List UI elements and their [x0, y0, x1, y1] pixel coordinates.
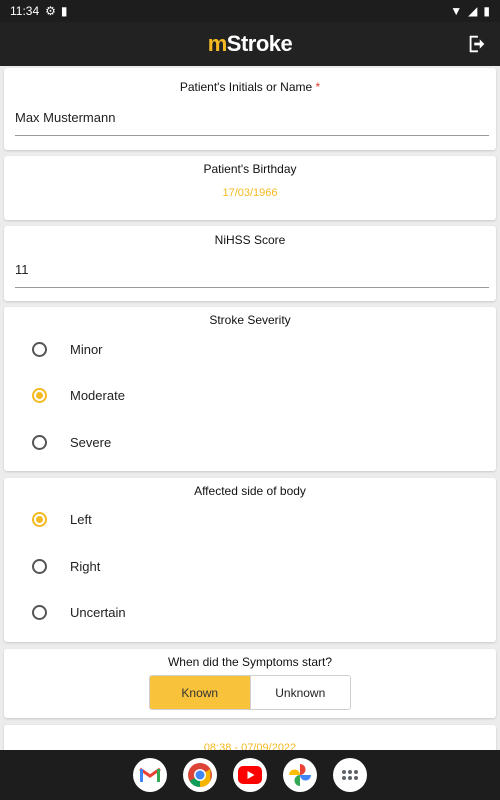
nihss-score-field[interactable]: 11: [15, 262, 489, 288]
sd-card-icon: ▮: [60, 4, 68, 18]
birthday-label: Patient's Birthday: [203, 162, 297, 176]
patient-name-field[interactable]: Max Mustermann: [15, 110, 489, 136]
stroke-severity-card: Stroke Severity Minor Moderate Severe: [4, 307, 496, 471]
symptom-start-toggle: Known Unknown: [149, 675, 351, 710]
patient-name-card: Patient's Initials or Name * Max Musterm…: [4, 68, 496, 150]
app-drawer-icon[interactable]: [333, 758, 367, 792]
severity-option-severe[interactable]: Severe: [4, 424, 496, 460]
dock-bar: [0, 750, 500, 800]
birthday-date-picker[interactable]: 17/03/1966: [4, 187, 496, 199]
radio-button[interactable]: [32, 434, 47, 450]
radio-button-checked[interactable]: [32, 387, 47, 403]
stroke-severity-label: Stroke Severity: [209, 313, 291, 327]
severity-option-minor[interactable]: Minor: [4, 331, 496, 367]
photos-icon[interactable]: [283, 758, 317, 792]
battery-icon: ▮: [483, 4, 490, 18]
symptom-datetime-picker[interactable]: 08:38 - 07/09/2022: [4, 742, 496, 750]
nihss-label: NiHSS Score: [214, 233, 286, 247]
side-option-left[interactable]: Left: [4, 501, 496, 537]
unknown-button[interactable]: Unknown: [249, 676, 350, 709]
radio-button[interactable]: [32, 341, 47, 357]
affected-side-card: Affected side of body Left Right Uncerta…: [4, 478, 496, 642]
wifi-icon: ▼: [450, 4, 463, 18]
nihss-card: NiHSS Score 11: [4, 226, 496, 301]
symptom-start-card: When did the Symptoms start? Known Unkno…: [4, 649, 496, 718]
side-option-right[interactable]: Right: [4, 548, 496, 584]
symptom-start-label: When did the Symptoms start?: [167, 655, 333, 669]
required-mark: *: [315, 80, 321, 94]
chrome-icon[interactable]: [183, 758, 217, 792]
gmail-icon[interactable]: [133, 758, 167, 792]
known-button[interactable]: Known: [150, 676, 250, 709]
radio-button[interactable]: [32, 604, 47, 620]
radio-button[interactable]: [32, 558, 47, 574]
settings-gear-icon: ⚙: [45, 4, 56, 18]
birthday-card: Patient's Birthday 17/03/1966: [4, 156, 496, 220]
form-scroll-area[interactable]: Patient's Initials or Name * Max Musterm…: [0, 66, 500, 750]
radio-button-checked[interactable]: [32, 511, 47, 527]
youtube-icon[interactable]: [233, 758, 267, 792]
severity-option-moderate[interactable]: Moderate: [4, 377, 496, 413]
status-bar: 11:34 ⚙ ▮ ▼ ◢ ▮: [0, 0, 500, 22]
logout-icon[interactable]: [466, 33, 488, 55]
symptom-datetime-card: 08:38 - 07/09/2022: [4, 725, 496, 750]
signal-icon: ◢: [468, 4, 478, 18]
app-logo: mStroke: [207, 31, 293, 56]
app-bar: mStroke: [0, 22, 500, 66]
patient-name-label: Patient's Initials or Name *: [179, 80, 321, 94]
side-option-uncertain[interactable]: Uncertain: [4, 594, 496, 630]
status-time: 11:34: [10, 4, 40, 18]
affected-side-label: Affected side of body: [194, 484, 306, 498]
